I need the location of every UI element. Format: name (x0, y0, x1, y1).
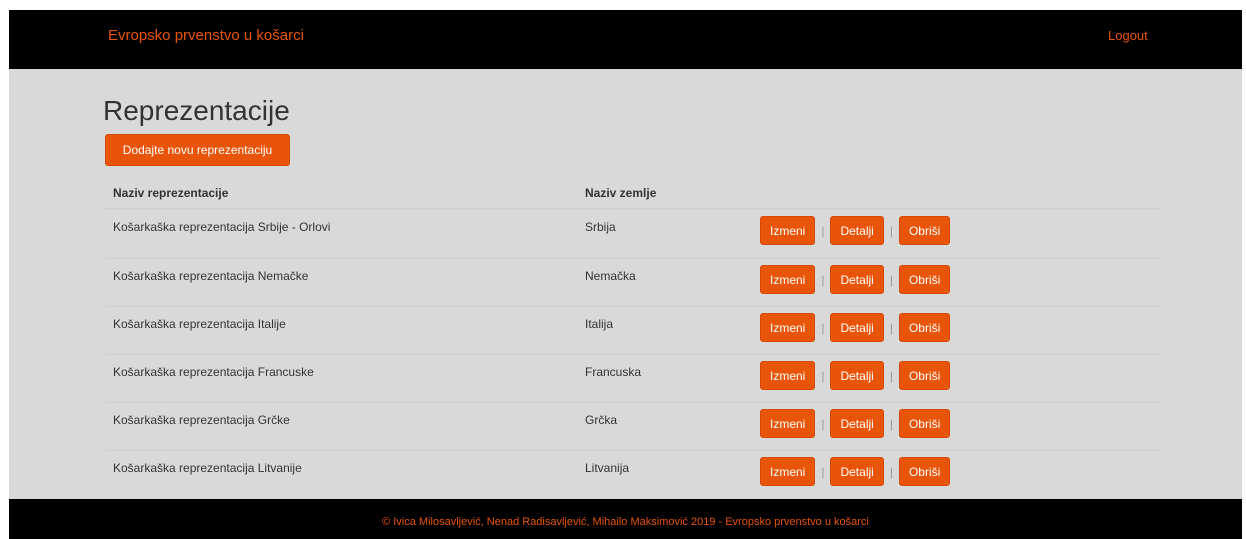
row-actions: Izmeni | Detalji | Obriši (760, 361, 951, 390)
team-name-cell: Košarkaška reprezentacija Grčke (113, 413, 290, 427)
action-separator: | (821, 368, 825, 383)
footer-copyright: © Ivica Milosavljević, Nenad Radisavljev… (382, 516, 869, 528)
delete-button[interactable]: Obriši (898, 216, 951, 245)
table-row: Košarkaška reprezentacija Francuske Franc… (105, 354, 1160, 402)
action-separator: | (889, 223, 893, 238)
edit-button[interactable]: Izmeni (760, 457, 816, 486)
row-actions: Izmeni | Detalji | Obriši (760, 409, 951, 438)
action-separator: | (821, 320, 825, 335)
row-actions: Izmeni | Detalji | Obriši (760, 216, 951, 245)
delete-button[interactable]: Obriši (898, 457, 951, 486)
table-header: Naziv reprezentacije Naziv zemlje (105, 170, 1160, 210)
action-separator: | (889, 464, 893, 479)
column-header-country: Naziv zemlje (585, 186, 657, 200)
action-separator: | (821, 464, 825, 479)
team-name-cell: Košarkaška reprezentacija Italije (113, 317, 286, 331)
action-separator: | (821, 272, 825, 287)
table-row: Košarkaška reprezentacija Litvanije Litva… (105, 450, 1160, 498)
action-separator: | (821, 416, 825, 431)
team-name-cell: Košarkaška reprezentacija Srbije - Orlov… (113, 220, 331, 234)
details-button[interactable]: Detalji (830, 265, 884, 294)
team-name-cell: Košarkaška reprezentacija Francuske (113, 365, 314, 379)
details-button[interactable]: Detalji (830, 409, 884, 438)
action-separator: | (889, 272, 893, 287)
add-team-button[interactable]: Dodajte novu reprezentaciju (105, 134, 290, 166)
country-name-cell: Srbija (585, 220, 616, 234)
delete-button[interactable]: Obriši (898, 265, 951, 294)
country-name-cell: Francuska (585, 365, 642, 379)
details-button[interactable]: Detalji (830, 457, 884, 486)
row-actions: Izmeni | Detalji | Obriši (760, 265, 951, 294)
table-row: Košarkaška reprezentacija Nemačke Nemačka… (105, 258, 1160, 306)
details-button[interactable]: Detalji (830, 361, 884, 390)
logout-link[interactable]: Logout (1108, 28, 1148, 43)
edit-button[interactable]: Izmeni (760, 361, 816, 390)
delete-button[interactable]: Obriši (898, 361, 951, 390)
row-actions: Izmeni | Detalji | Obriši (760, 313, 951, 342)
column-header-team-name: Naziv reprezentacije (113, 186, 229, 200)
table-body: Košarkaška reprezentacija Srbije - Orlov… (105, 210, 1160, 498)
page-title: Reprezentacije (103, 95, 290, 126)
delete-button[interactable]: Obriši (898, 313, 951, 342)
action-separator: | (889, 416, 893, 431)
teams-table: Naziv reprezentacije Naziv zemlje Košark… (105, 170, 1160, 498)
action-separator: | (889, 320, 893, 335)
action-separator: | (821, 223, 825, 238)
team-name-cell: Košarkaška reprezentacija Litvanije (113, 461, 302, 475)
row-actions: Izmeni | Detalji | Obriši (760, 457, 951, 486)
brand-link[interactable]: Evropsko prvenstvo u košarci (108, 27, 304, 44)
details-button[interactable]: Detalji (830, 216, 884, 245)
table-row: Košarkaška reprezentacija Srbije - Orlov… (105, 210, 1160, 258)
country-name-cell: Grčka (585, 413, 618, 427)
edit-button[interactable]: Izmeni (760, 313, 816, 342)
edit-button[interactable]: Izmeni (760, 265, 816, 294)
country-name-cell: Litvanija (585, 461, 630, 475)
table-row: Košarkaška reprezentacija Italije Italija… (105, 306, 1160, 354)
details-button[interactable]: Detalji (830, 313, 884, 342)
edit-button[interactable]: Izmeni (760, 216, 816, 245)
footer: © Ivica Milosavljević, Nenad Radisavljev… (9, 499, 1242, 539)
action-separator: | (889, 368, 893, 383)
team-name-cell: Košarkaška reprezentacija Nemačke (113, 269, 309, 283)
delete-button[interactable]: Obriši (898, 409, 951, 438)
table-row: Košarkaška reprezentacija Grčke Grčka Izme… (105, 402, 1160, 450)
edit-button[interactable]: Izmeni (760, 409, 816, 438)
country-name-cell: Nemačka (585, 269, 636, 283)
country-name-cell: Italija (585, 317, 614, 331)
